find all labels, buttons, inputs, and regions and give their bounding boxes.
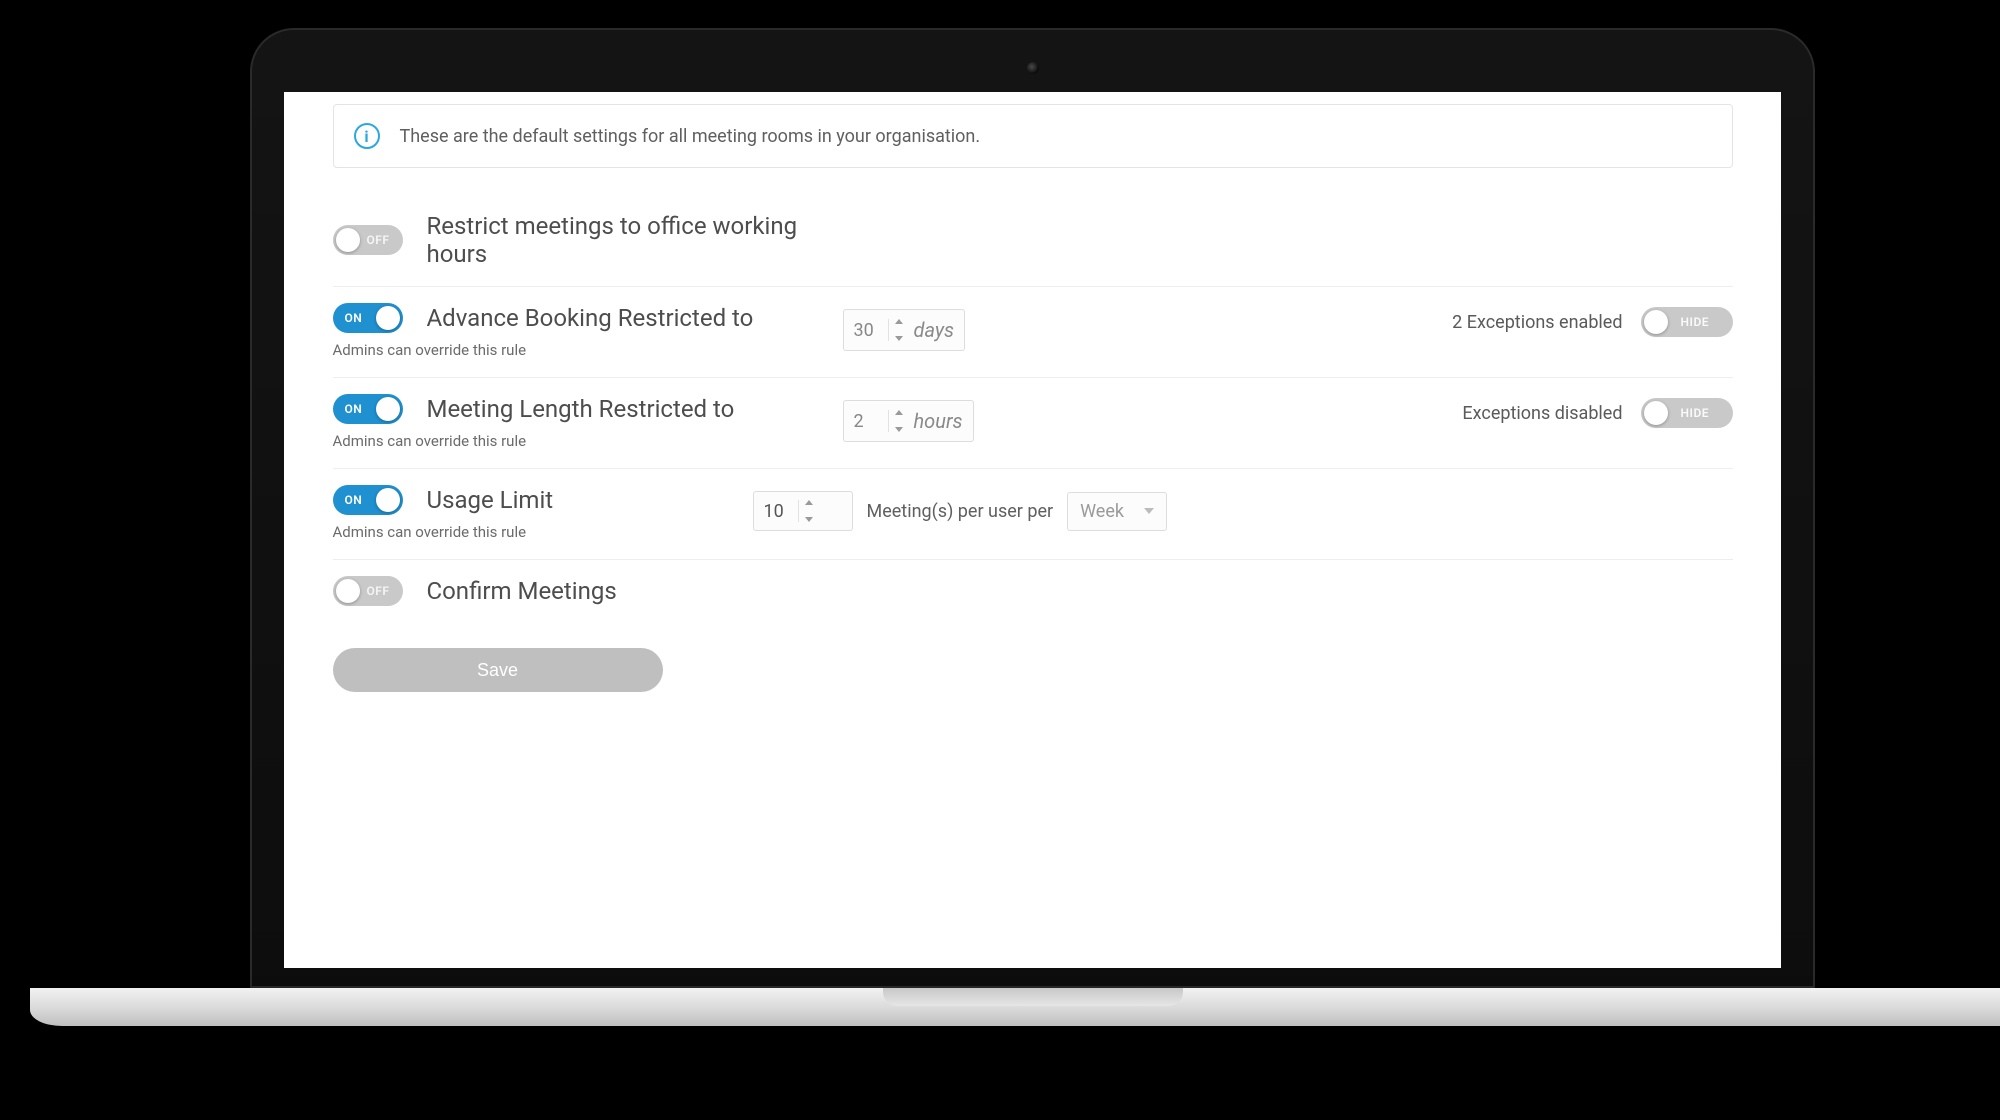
- save-button[interactable]: Save: [333, 648, 663, 692]
- rule-advance-booking: ON Advance Booking Restricted to Admins …: [333, 287, 1733, 378]
- rule-usage-limit: ON Usage Limit Admins can override this …: [333, 469, 1733, 560]
- meeting-length-unit: hours: [914, 409, 963, 433]
- toggle-off-label: OFF: [367, 584, 390, 598]
- toggle-off-label: OFF: [367, 233, 390, 247]
- toggle-on-label: ON: [345, 402, 363, 416]
- number-stepper[interactable]: [888, 410, 904, 432]
- rule-restrict-hours: OFF Restrict meetings to office working …: [333, 196, 1733, 287]
- toggle-meeting-length[interactable]: ON: [333, 394, 403, 424]
- number-stepper[interactable]: [888, 319, 904, 341]
- toggle-advance-exceptions[interactable]: HIDE: [1641, 307, 1733, 337]
- exceptions-text: Exceptions disabled: [1462, 403, 1622, 424]
- rule-title: Advance Booking Restricted to: [427, 304, 754, 332]
- rule-title: Confirm Meetings: [427, 577, 617, 605]
- info-banner: i These are the default settings for all…: [333, 104, 1733, 168]
- advance-booking-value-field[interactable]: 30 days: [843, 309, 966, 351]
- toggle-advance-booking[interactable]: ON: [333, 303, 403, 333]
- rule-title: Usage Limit: [427, 486, 554, 514]
- advance-booking-value: 30: [854, 320, 878, 341]
- toggle-confirm-meetings[interactable]: OFF: [333, 576, 403, 606]
- laptop-frame: i These are the default settings for all…: [250, 28, 1815, 988]
- toggle-on-label: ON: [345, 311, 363, 325]
- rule-sub: Admins can override this rule: [333, 341, 833, 359]
- meeting-length-value-field[interactable]: 2 hours: [843, 400, 974, 442]
- rule-meeting-length: ON Meeting Length Restricted to Admins c…: [333, 378, 1733, 469]
- settings-page: i These are the default settings for all…: [313, 92, 1753, 968]
- advance-booking-unit: days: [914, 318, 955, 342]
- rule-confirm-meetings: OFF Confirm Meetings: [333, 560, 1733, 624]
- screen: i These are the default settings for all…: [284, 92, 1781, 968]
- toggle-on-label: ON: [345, 493, 363, 507]
- info-banner-text: These are the default settings for all m…: [400, 126, 981, 147]
- laptop-lid: i These are the default settings for all…: [250, 28, 1815, 988]
- number-stepper[interactable]: [798, 500, 814, 522]
- toggle-hide-label: HIDE: [1681, 406, 1710, 420]
- info-icon: i: [354, 123, 380, 149]
- usage-limit-value: 10: [764, 501, 788, 522]
- laptop-base: [30, 988, 2000, 1026]
- usage-limit-value-field[interactable]: 10: [753, 491, 853, 531]
- toggle-hide-label: HIDE: [1681, 315, 1710, 329]
- usage-limit-period-select[interactable]: Week: [1067, 492, 1167, 531]
- rule-title: Meeting Length Restricted to: [427, 395, 735, 423]
- usage-limit-period: Week: [1080, 501, 1124, 522]
- meeting-length-value: 2: [854, 411, 878, 432]
- usage-limit-label: Meeting(s) per user per: [867, 501, 1054, 522]
- toggle-usage-limit[interactable]: ON: [333, 485, 403, 515]
- laptop-camera: [1027, 62, 1039, 74]
- toggle-length-exceptions[interactable]: HIDE: [1641, 398, 1733, 428]
- exceptions-text: 2 Exceptions enabled: [1452, 312, 1622, 333]
- rule-sub: Admins can override this rule: [333, 432, 833, 450]
- rule-title: Restrict meetings to office working hour…: [427, 212, 833, 268]
- toggle-restrict-hours[interactable]: OFF: [333, 225, 403, 255]
